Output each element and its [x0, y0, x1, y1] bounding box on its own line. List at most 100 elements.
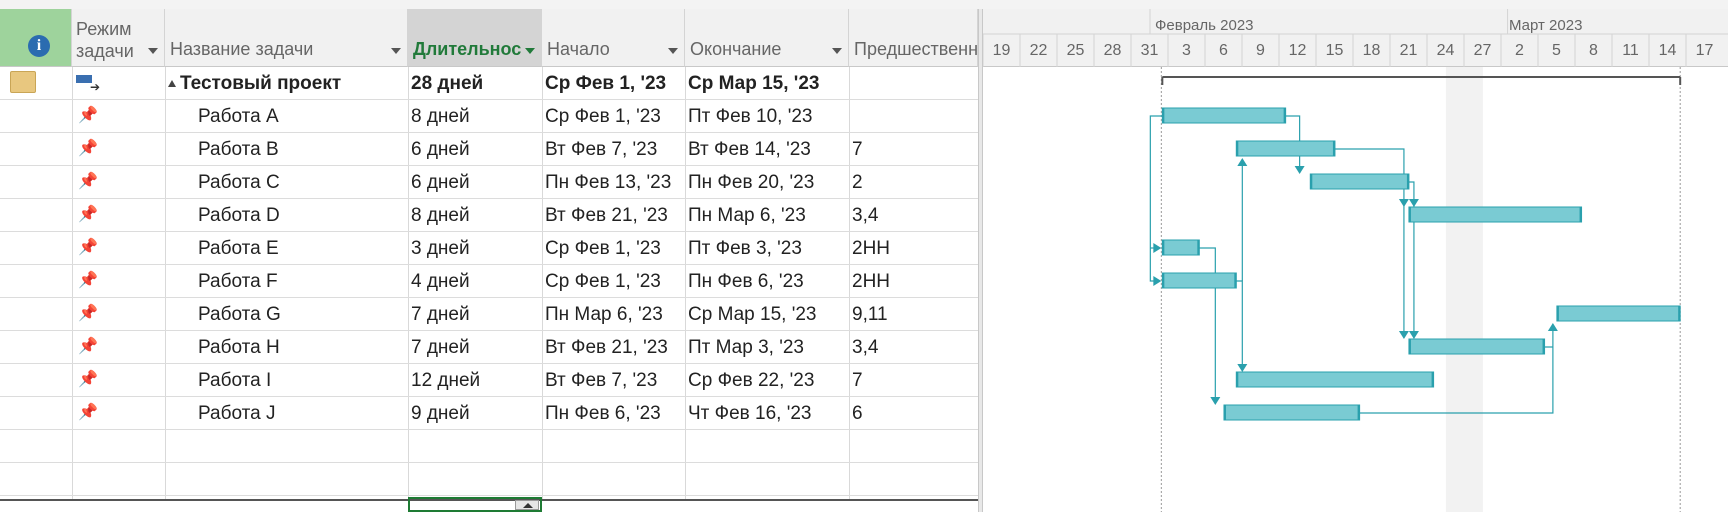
start-column-header[interactable]: Начало — [542, 9, 685, 67]
table-row[interactable]: 📌 Работа A 8 дней Ср Фев 1, '23 Пт Фев 1… — [0, 100, 978, 133]
task-name[interactable]: Работа C — [195, 166, 408, 199]
link-arrow — [1398, 199, 1409, 207]
day-label: 14 — [1658, 42, 1677, 59]
start-cell[interactable]: Ср Фев 1, '23 — [542, 265, 685, 298]
finish-cell[interactable]: Пн Мар 6, '23 — [685, 199, 849, 232]
task-name[interactable]: Работа I — [195, 364, 408, 397]
duration-cell[interactable]: 7 дней — [408, 331, 542, 364]
duration-cell[interactable]: 12 дней — [408, 364, 542, 397]
scroll-up-button[interactable] — [515, 500, 539, 510]
task-name-column-header[interactable]: Название задачи — [165, 9, 408, 67]
task-name[interactable]: Работа G — [195, 298, 408, 331]
start-cell[interactable]: Вт Фев 21, '23 — [542, 331, 685, 364]
task-name[interactable]: Работа D — [195, 199, 408, 232]
predecessors-cell[interactable]: 3,4 — [849, 199, 978, 232]
task-name[interactable]: Работа H — [195, 331, 408, 364]
task-name[interactable]: Работа F — [195, 265, 408, 298]
gantt-chart[interactable]: Февраль 2023 Март 2023 19 22 25 28 31 3 6 9 12 15… — [983, 9, 1728, 512]
finish-cell[interactable]: Ср Мар 15, '23 — [685, 298, 849, 331]
duration-cell[interactable]: 28 дней — [408, 67, 542, 100]
predecessors-cell[interactable]: 2 — [849, 166, 978, 199]
table-row[interactable]: 📌 Работа B 6 дней Вт Фев 7, '23 Вт Фев 1… — [0, 133, 978, 166]
predecessors-cell[interactable]: 2НН — [849, 232, 978, 265]
finish-cell[interactable]: Пн Фев 20, '23 — [685, 166, 849, 199]
start-cell[interactable]: Ср Фев 1, '23 — [542, 232, 685, 265]
chevron-down-icon[interactable] — [668, 48, 678, 54]
duration-header-label: Длительнос — [413, 39, 522, 59]
predecessors-cell[interactable]: 6 — [849, 397, 978, 430]
chevron-down-icon[interactable] — [832, 48, 842, 54]
start-cell[interactable]: Пн Фев 13, '23 — [542, 166, 685, 199]
duration-column-header[interactable]: Длительнос — [408, 9, 542, 67]
table-row[interactable]: 📌 Работа E 3 дней Ср Фев 1, '23 Пт Фев 3… — [0, 232, 978, 265]
day-label: 15 — [1325, 42, 1344, 59]
table-row[interactable]: 📌 Работа H 7 дней Вт Фев 21, '23 Пт Мар … — [0, 331, 978, 364]
pin-icon: 📌 — [78, 140, 98, 157]
duration-cell[interactable]: 7 дней — [408, 298, 542, 331]
start-cell[interactable]: Пн Мар 6, '23 — [542, 298, 685, 331]
table-row[interactable]: 📌 Работа I 12 дней Вт Фев 7, '23 Ср Фев … — [0, 364, 978, 397]
finish-cell[interactable]: Чт Фев 16, '23 — [685, 397, 849, 430]
finish-cell[interactable]: Вт Фев 14, '23 — [685, 133, 849, 166]
task-name[interactable]: Работа J — [195, 397, 408, 430]
start-header-label: Начало — [547, 39, 610, 59]
duration-cell[interactable]: 6 дней — [408, 166, 542, 199]
finish-cell[interactable]: Пт Мар 3, '23 — [685, 331, 849, 364]
pin-icon: 📌 — [78, 404, 98, 421]
duration-cell[interactable]: 4 дней — [408, 265, 542, 298]
predecessors-cell[interactable]: 7 — [849, 133, 978, 166]
predecessors-cell[interactable]: 3,4 — [849, 331, 978, 364]
day-label: 22 — [1029, 42, 1048, 59]
start-cell[interactable]: Вт Фев 21, '23 — [542, 199, 685, 232]
start-cell[interactable]: Ср Фев 1, '23 — [542, 67, 685, 100]
predecessors-cell[interactable]: 2НН — [849, 265, 978, 298]
predecessors-column-header[interactable]: Предшественни — [849, 9, 978, 67]
predecessors-cell[interactable]: 9,11 — [849, 298, 978, 331]
duration-cell[interactable]: 6 дней — [408, 133, 542, 166]
link-e-j — [1199, 247, 1216, 404]
table-row[interactable]: 📌 Работа F 4 дней Ср Фев 1, '23 Пн Фев 6… — [0, 265, 978, 298]
finish-cell[interactable]: Пт Фев 10, '23 — [685, 100, 849, 133]
day-label: 9 — [1256, 42, 1265, 59]
finish-cell[interactable]: Ср Фев 22, '23 — [685, 364, 849, 397]
day-label: 18 — [1362, 42, 1381, 59]
duration-cell[interactable]: 8 дней — [408, 199, 542, 232]
start-cell[interactable]: Вт Фев 7, '23 — [542, 364, 685, 397]
task-name[interactable]: Работа E — [195, 232, 408, 265]
collapse-icon[interactable] — [168, 80, 176, 87]
indicators-column-header[interactable]: i — [0, 9, 72, 67]
nonworking-shading — [1445, 67, 1483, 512]
predecessors-cell[interactable] — [849, 100, 978, 133]
predecessors-cell[interactable] — [849, 67, 978, 100]
task-mode-column-header[interactable]: Режим задачи — [72, 9, 165, 67]
table-row[interactable] — [0, 463, 978, 496]
duration-cell[interactable]: 9 дней — [408, 397, 542, 430]
task-name[interactable]: Работа A — [195, 100, 408, 133]
duration-cell[interactable]: 8 дней — [408, 100, 542, 133]
finish-column-header[interactable]: Окончание — [685, 9, 849, 67]
table-row[interactable]: 📌 Работа C 6 дней Пн Фев 13, '23 Пн Фев … — [0, 166, 978, 199]
table-row[interactable]: ➔ Тестовый проект 28 дней Ср Фев 1, '23 … — [0, 67, 978, 100]
finish-cell[interactable]: Ср Мар 15, '23 — [685, 67, 849, 100]
day-label: 21 — [1399, 42, 1418, 59]
finish-cell[interactable]: Пт Фев 3, '23 — [685, 232, 849, 265]
task-name[interactable]: Работа B — [195, 133, 408, 166]
start-cell[interactable]: Вт Фев 7, '23 — [542, 133, 685, 166]
table-row[interactable] — [0, 430, 978, 463]
table-row[interactable]: 📌 Работа G 7 дней Пн Мар 6, '23 Ср Мар 1… — [0, 298, 978, 331]
table-row[interactable]: 📌 Работа J 9 дней Пн Фев 6, '23 Чт Фев 1… — [0, 397, 978, 430]
duration-cell[interactable]: 3 дней — [408, 232, 542, 265]
link-arrow — [1408, 331, 1419, 339]
predecessors-cell[interactable]: 7 — [849, 364, 978, 397]
start-cell[interactable]: Ср Фев 1, '23 — [542, 100, 685, 133]
task-bar — [1408, 338, 1546, 355]
link-a-ef — [1149, 115, 1163, 282]
day-label: 31 — [1140, 42, 1159, 59]
table-row[interactable]: 📌 Работа D 8 дней Вт Фев 21, '23 Пн Мар … — [0, 199, 978, 232]
start-cell[interactable]: Пн Фев 6, '23 — [542, 397, 685, 430]
chevron-down-icon[interactable] — [525, 48, 535, 54]
task-bar-start — [1162, 273, 1165, 288]
chevron-down-icon[interactable] — [391, 48, 401, 54]
chevron-down-icon[interactable] — [148, 48, 158, 54]
finish-cell[interactable]: Пн Фев 6, '23 — [685, 265, 849, 298]
